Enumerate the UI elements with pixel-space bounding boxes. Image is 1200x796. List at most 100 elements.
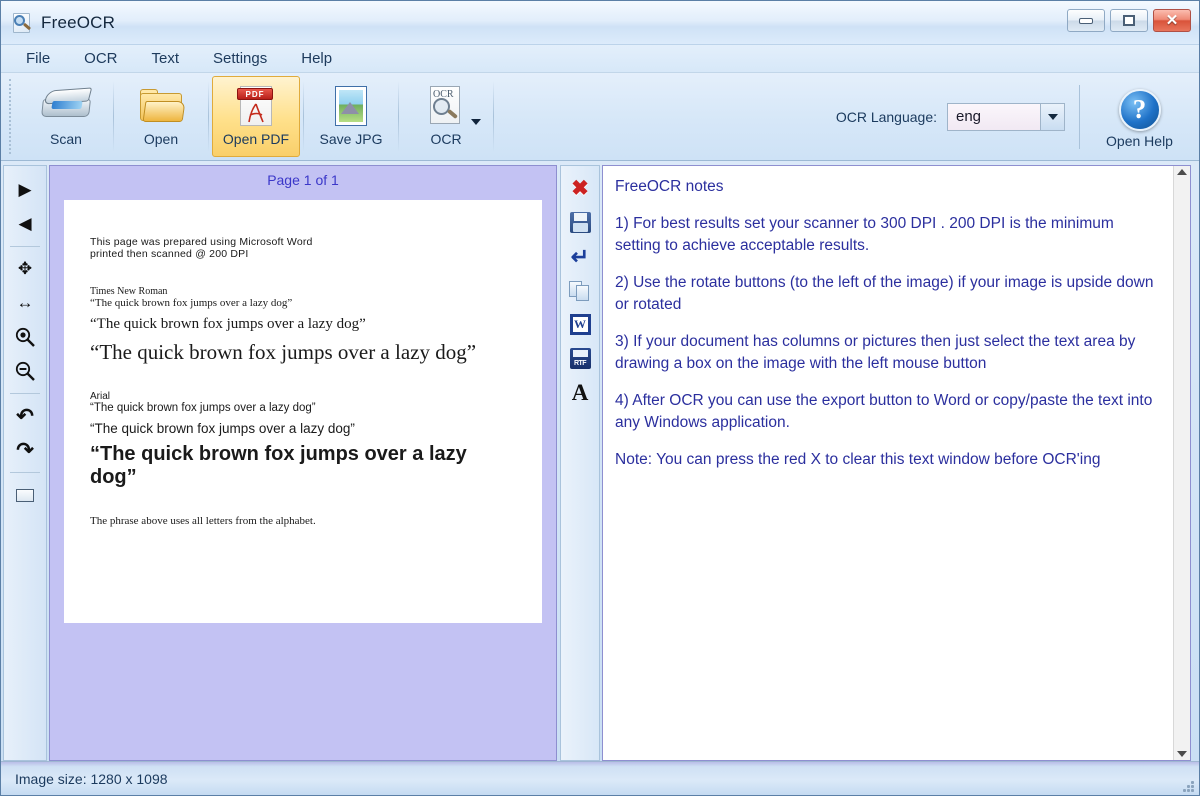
move-arrows-icon: ✥ — [17, 259, 33, 278]
divider — [10, 393, 40, 394]
picture-icon — [323, 83, 379, 129]
scan-button[interactable]: Scan — [22, 76, 110, 157]
scroll-up-icon[interactable] — [1177, 169, 1187, 175]
toolbar-grip[interactable] — [9, 79, 19, 154]
ocr-button-label: OCR — [430, 131, 462, 147]
divider — [10, 472, 40, 473]
minimize-button[interactable] — [1067, 9, 1105, 32]
toolbar-separator — [208, 81, 209, 152]
zoom-in-icon — [15, 327, 35, 347]
app-icon — [11, 12, 33, 34]
toolbar-separator — [398, 81, 399, 152]
menu-item-file[interactable]: File — [23, 48, 53, 69]
menu-item-help[interactable]: Help — [298, 48, 335, 69]
ocr-text-area[interactable]: FreeOCR notes 1) For best results set yo… — [603, 166, 1173, 760]
doc-section2-line-3: “The quick brown fox jumps over a lazy d… — [90, 443, 467, 488]
doc-footer-note: The phrase above uses all letters from t… — [90, 515, 316, 527]
close-icon: ✖ — [571, 177, 589, 200]
font-letter-icon: A — [571, 380, 589, 405]
open-help-label: Open Help — [1106, 132, 1173, 149]
rotate-left-button[interactable]: ↶ — [8, 400, 42, 432]
ocr-button[interactable]: OCR OCR — [402, 76, 490, 157]
doc-section1-title: Times New Roman — [90, 286, 168, 297]
maximize-icon — [1123, 15, 1135, 26]
zoom-in-button[interactable] — [8, 321, 42, 353]
next-page-button[interactable]: ▶ — [8, 174, 42, 206]
chevron-down-icon[interactable] — [471, 119, 481, 125]
pan-button[interactable]: ✥ — [8, 253, 42, 285]
scanned-page[interactable]: This page was prepared using Microsoft W… — [64, 200, 542, 623]
ocr-language-select[interactable]: eng — [947, 102, 1065, 131]
copy-icon — [569, 280, 591, 301]
doc-section2-title: Arial — [90, 391, 111, 402]
folder-icon — [133, 83, 189, 129]
menu-item-text[interactable]: Text — [149, 48, 183, 69]
doc-section1-line-1: “The quick brown fox jumps over a lazy d… — [90, 297, 293, 309]
play-left-icon: ◀ — [18, 214, 32, 233]
copy-text-button[interactable] — [564, 274, 596, 307]
toolbar-separator — [493, 81, 494, 152]
toolbar-separator — [303, 81, 304, 152]
ocr-language-value: eng — [956, 108, 982, 125]
divider — [10, 246, 40, 247]
resize-grip[interactable] — [1180, 778, 1194, 792]
notes-paragraph-5: Note: You can press the red X to clear t… — [615, 451, 1101, 468]
play-right-icon: ▶ — [18, 180, 32, 199]
text-tools-bar: ✖ ↵ W RTF A — [560, 165, 600, 761]
notes-paragraph-3: 3) If your document has columns or pictu… — [615, 333, 1136, 372]
previous-page-button[interactable]: ◀ — [8, 208, 42, 240]
toolbar-right-group: OCR Language: eng ? Open Help — [822, 73, 1199, 160]
rotate-right-icon: ↷ — [16, 438, 34, 462]
image-preview-panel[interactable]: Page 1 of 1 This page was prepared using… — [49, 165, 557, 761]
main-area: ▶ ◀ ✥ ↔ ↶ ↷ Page 1 of 1 This page was pr… — [1, 161, 1199, 761]
scroll-down-icon[interactable] — [1177, 751, 1187, 757]
save-text-button[interactable] — [564, 206, 596, 239]
doc-section1-line-3: “The quick brown fox jumps over a lazy d… — [90, 340, 477, 364]
zoom-out-button[interactable] — [8, 355, 42, 387]
select-region-button[interactable] — [8, 479, 42, 511]
export-rtf-button[interactable]: RTF — [564, 342, 596, 375]
word-wrap-button[interactable]: ↵ — [564, 240, 596, 273]
horizontal-arrow-icon: ↔ — [16, 293, 34, 312]
notes-paragraph-1: 1) For best results set your scanner to … — [615, 215, 1114, 254]
close-icon: ✕ — [1165, 12, 1179, 29]
rtf-icon: RTF — [569, 348, 591, 369]
floppy-disk-icon — [569, 212, 591, 233]
notes-heading: FreeOCR notes — [615, 178, 724, 195]
window-controls: ✕ — [1067, 9, 1191, 32]
pdf-badge-label: PDF — [237, 88, 273, 100]
menu-item-settings[interactable]: Settings — [210, 48, 270, 69]
ocr-language-group: OCR Language: eng — [822, 102, 1079, 131]
rotate-right-button[interactable]: ↷ — [8, 434, 42, 466]
fit-width-button[interactable]: ↔ — [8, 287, 42, 319]
rtf-icon-label: RTF — [573, 360, 587, 367]
ocr-language-label: OCR Language: — [835, 108, 937, 125]
main-toolbar: Scan Open PDF Open PDF Save JPG OCR OCR … — [1, 73, 1199, 161]
clear-text-button[interactable]: ✖ — [564, 172, 596, 205]
doc-section1-line-2: “The quick brown fox jumps over a lazy d… — [90, 316, 366, 332]
export-word-button[interactable]: W — [564, 308, 596, 341]
save-jpg-button[interactable]: Save JPG — [307, 76, 395, 157]
notes-paragraph-4: 4) After OCR you can use the export butt… — [615, 392, 1153, 431]
font-button[interactable]: A — [564, 376, 596, 409]
open-button-label: Open — [143, 131, 179, 147]
open-help-button[interactable]: ? Open Help — [1079, 84, 1199, 149]
doc-intro-line-1: This page was prepared using Microsoft W… — [90, 236, 313, 248]
open-button[interactable]: Open — [117, 76, 205, 157]
freeocr-window: FreeOCR ✕ File OCR Text Settings Help Sc… — [0, 0, 1200, 796]
doc-section2-line-2: “The quick brown fox jumps over a lazy d… — [90, 421, 355, 436]
zoom-out-icon — [15, 361, 35, 381]
scan-button-label: Scan — [50, 131, 82, 147]
scanner-icon — [38, 83, 94, 129]
close-button[interactable]: ✕ — [1153, 9, 1191, 32]
save-jpg-button-label: Save JPG — [319, 131, 383, 147]
open-pdf-button[interactable]: PDF Open PDF — [212, 76, 300, 157]
text-scrollbar[interactable] — [1173, 166, 1190, 760]
chevron-down-icon[interactable] — [1040, 103, 1064, 130]
ocr-text-panel[interactable]: FreeOCR notes 1) For best results set yo… — [602, 165, 1191, 761]
enter-arrow-icon: ↵ — [570, 243, 590, 269]
rectangle-icon — [16, 488, 34, 502]
ocr-document-icon: OCR — [418, 83, 474, 129]
maximize-button[interactable] — [1110, 9, 1148, 32]
menu-item-ocr[interactable]: OCR — [81, 48, 120, 69]
